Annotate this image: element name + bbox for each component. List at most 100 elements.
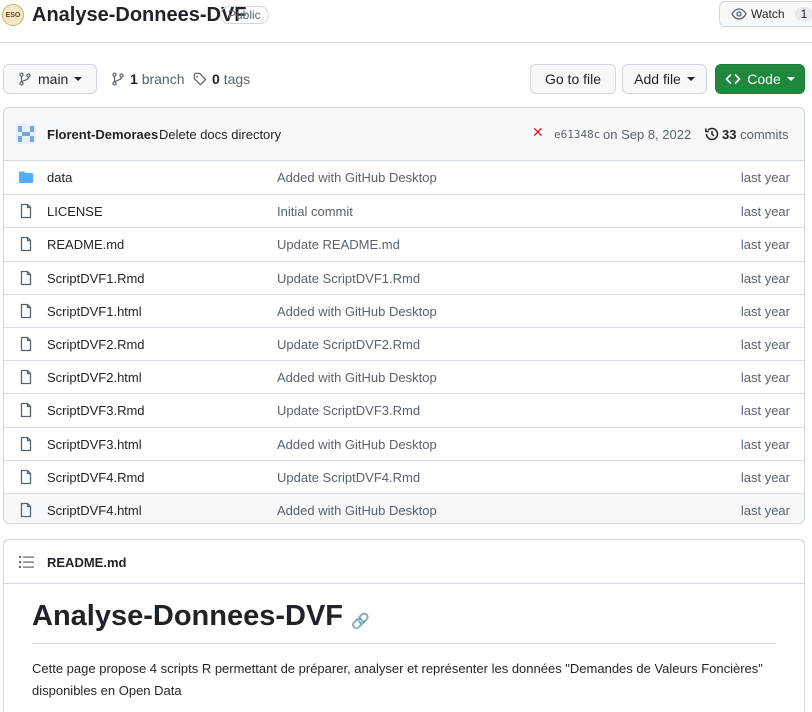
readme-panel: README.md Analyse-Donnees-DVF 🔗 Cette pa… [3, 539, 805, 712]
file-age: last year [740, 370, 790, 386]
chevron-down-icon [74, 77, 83, 81]
file-icon [20, 436, 32, 451]
file-name[interactable]: data [47, 170, 72, 185]
file-name[interactable]: ScriptDVF2.Rmd [47, 337, 145, 352]
file-row[interactable]: LICENSE Initial commit last year [4, 194, 804, 227]
file-name[interactable]: ScriptDVF1.html [47, 304, 142, 319]
add-file-label: Add file [634, 71, 681, 87]
owner-avatar[interactable]: ESO [2, 4, 24, 26]
commit-count: 33 [722, 127, 737, 142]
committer-avatar[interactable] [16, 124, 36, 144]
file-commit-message[interactable]: Update README.md [277, 237, 400, 252]
file-icon [20, 237, 32, 252]
file-row[interactable]: ScriptDVF4.Rmd Update ScriptDVF4.Rmd last … [4, 459, 804, 493]
file-commit-message[interactable]: Added with GitHub Desktop [277, 370, 437, 385]
code-button[interactable]: Code [715, 64, 805, 94]
file-icon [20, 336, 32, 352]
file-row[interactable]: ScriptDVF3.html Added with GitHub Desktop… [4, 426, 804, 460]
file-name[interactable]: README.md [47, 237, 124, 252]
file-icon [20, 403, 32, 418]
history-icon [705, 127, 719, 141]
code-icon [725, 74, 741, 84]
file-icon [20, 270, 32, 285]
file-commit-message[interactable]: Update ScriptDVF3.Rmd [277, 403, 420, 418]
file-name[interactable]: ScriptDVF3.html [47, 437, 142, 452]
file-age: last year [740, 170, 790, 185]
commits-link[interactable]: 33 commits [722, 127, 788, 142]
file-icon [20, 303, 32, 318]
folder-icon [19, 171, 33, 183]
commit-author[interactable]: Florent-Demoraes [47, 127, 158, 142]
file-name[interactable]: ScriptDVF1.Rmd [47, 271, 145, 286]
file-icon [20, 370, 32, 385]
commit-sha[interactable]: e61348c [554, 128, 600, 141]
readme-filename[interactable]: README.md [47, 555, 126, 570]
branch-label: branch [141, 71, 185, 87]
link-icon[interactable]: 🔗 [351, 612, 370, 630]
file-age: last year [740, 237, 790, 253]
watch-button[interactable]: Watch 1 [719, 1, 812, 27]
file-icon [20, 469, 32, 484]
file-commit-message[interactable]: Update ScriptDVF4.Rmd [277, 470, 420, 485]
file-list: Florent-Demoraes Delete docs directory ✕… [3, 107, 805, 524]
file-name[interactable]: LICENSE [47, 204, 103, 219]
file-commit-message[interactable]: Added with GitHub Desktop [277, 503, 437, 518]
file-age: last year [740, 503, 790, 518]
chevron-down-icon [686, 77, 695, 81]
repo-name[interactable]: Analyse-Donnees-DVF [32, 4, 247, 27]
x-icon[interactable]: ✕ [532, 124, 544, 141]
repo-header: ESO Analyse-Donnees-DVF Public Watch 1 [0, 0, 812, 43]
file-row[interactable]: ScriptDVF4.html Added with GitHub Desktop… [4, 493, 804, 523]
tags-link[interactable]: 0 tags [193, 71, 250, 87]
watch-label: Watch [751, 7, 785, 21]
commits-label: commits [740, 127, 789, 142]
watch-count: 1 [794, 7, 812, 21]
file-age: last year [740, 303, 790, 319]
tag-count: 0 [212, 71, 220, 87]
latest-commit-bar: Florent-Demoraes Delete docs directory ✕… [4, 108, 804, 161]
file-age: last year [740, 204, 790, 220]
branch-count: 1 [130, 71, 138, 87]
list-unordered-icon[interactable] [19, 555, 35, 569]
add-file-button[interactable]: Add file [622, 64, 707, 94]
file-row[interactable]: README.md Update README.md last year [4, 227, 804, 260]
branch-selector[interactable]: main [3, 64, 97, 94]
file-age: last year [740, 469, 790, 485]
file-age: last year [740, 270, 790, 286]
git-branch-icon [112, 72, 124, 86]
visibility-badge: Public [220, 6, 269, 24]
commit-message[interactable]: Delete docs directory [159, 127, 281, 142]
go-to-file-button[interactable]: Go to file [530, 64, 616, 94]
tag-label: tags [223, 71, 251, 87]
branch-name: main [38, 71, 69, 87]
tag-icon [193, 72, 207, 86]
file-row[interactable]: ScriptDVF2.Rmd Update ScriptDVF2.Rmd last … [4, 327, 804, 360]
file-row[interactable]: ScriptDVF3.Rmd Update ScriptDVF3.Rmd last … [4, 393, 804, 426]
git-branch-icon [19, 72, 31, 86]
file-name[interactable]: ScriptDVF4.html [47, 503, 142, 518]
file-commit-message[interactable]: Added with GitHub Desktop [277, 437, 437, 452]
file-commit-message[interactable]: Added with GitHub Desktop [277, 170, 437, 185]
readme-header: README.md [4, 540, 804, 584]
file-age: last year [740, 337, 790, 352]
chevron-down-icon [786, 77, 795, 81]
readme-title: Analyse-Donnees-DVF [32, 600, 344, 632]
file-name[interactable]: ScriptDVF2.html [47, 370, 142, 385]
file-row[interactable]: data Added with GitHub Desktop last year [4, 161, 804, 194]
file-commit-message[interactable]: Initial commit [277, 204, 353, 219]
file-commit-message[interactable]: Added with GitHub Desktop [277, 304, 437, 319]
file-commit-message[interactable]: Update ScriptDVF2.Rmd [277, 337, 420, 352]
file-row[interactable]: ScriptDVF2.html Added with GitHub Desktop… [4, 360, 804, 393]
commit-date: on Sep 8, 2022 [603, 127, 692, 142]
file-name[interactable]: ScriptDVF4.Rmd [47, 470, 145, 485]
file-row[interactable]: ScriptDVF1.html Added with GitHub Desktop… [4, 293, 804, 327]
readme-paragraph: Cette page propose 4 scripts R permettan… [32, 661, 763, 698]
file-age: last year [740, 403, 790, 419]
file-name[interactable]: ScriptDVF3.Rmd [47, 403, 145, 418]
file-age: last year [740, 436, 790, 452]
eye-icon [731, 8, 747, 20]
readme-heading: Analyse-Donnees-DVF 🔗 [32, 600, 776, 644]
file-commit-message[interactable]: Update ScriptDVF1.Rmd [277, 271, 420, 286]
file-row[interactable]: ScriptDVF1.Rmd Update ScriptDVF1.Rmd last … [4, 260, 804, 294]
branches-link[interactable]: 1 branch [111, 71, 185, 87]
